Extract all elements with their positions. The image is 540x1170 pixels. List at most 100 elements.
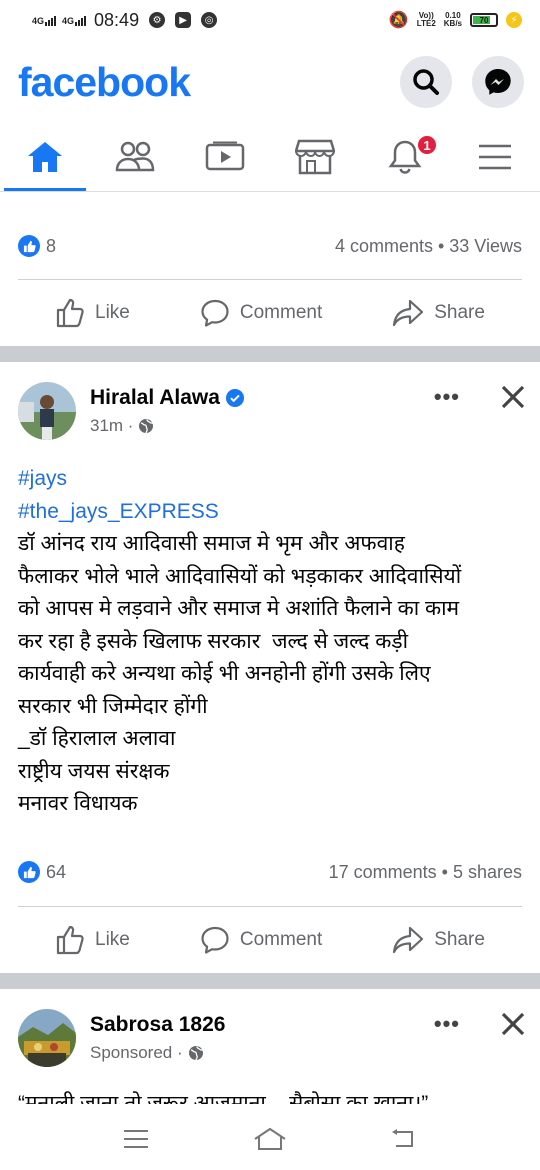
signal-bars-icon	[45, 15, 57, 26]
share-icon	[393, 926, 424, 954]
tab-notifications[interactable]: 1	[360, 122, 450, 191]
comment-button[interactable]: Comment	[200, 298, 322, 328]
author-name-text: Sabrosa 1826	[90, 1013, 226, 1036]
tab-marketplace[interactable]	[270, 122, 360, 191]
globe-icon	[139, 419, 154, 434]
share-label: Share	[434, 302, 485, 323]
post-header-buttons: •••	[434, 1011, 526, 1037]
mute-icon: 🔕	[388, 12, 409, 29]
divider	[18, 906, 522, 907]
facebook-logo[interactable]: facebook	[18, 59, 191, 106]
comment-icon	[201, 926, 229, 954]
like-count[interactable]: 64	[46, 862, 66, 883]
friends-icon	[115, 141, 155, 171]
more-options-icon[interactable]: •••	[434, 384, 460, 410]
like-label: Like	[95, 302, 130, 323]
comment-label: Comment	[239, 929, 323, 950]
main-navigation: 1	[0, 122, 540, 192]
comment-icon	[201, 299, 229, 327]
post-stats: 64 17 comments • 5 shares	[18, 852, 522, 892]
network-type-1: 4G	[32, 15, 45, 26]
marketplace-icon	[295, 139, 335, 174]
like-reaction-icon	[18, 861, 40, 883]
clock: 08:49	[94, 9, 140, 30]
post-header-buttons: •••	[434, 384, 526, 410]
volte-indicator: Vo)) LTE2	[416, 11, 436, 28]
post-header: Sabrosa 1826 Sponsored · •••	[18, 1007, 526, 1069]
post-text-line: कर रहा है इसके खिलाफ सरकार जल्द से जल्द …	[18, 629, 409, 653]
messenger-button[interactable]	[472, 56, 524, 108]
header-buttons	[400, 56, 524, 108]
comment-label: Comment	[239, 302, 323, 323]
author-name[interactable]: Sabrosa 1826	[90, 1013, 225, 1037]
author-name[interactable]: Hiralal Alawa	[90, 386, 244, 410]
tab-home[interactable]	[0, 122, 90, 191]
post-time: 31m ·	[90, 416, 244, 436]
avatar[interactable]	[18, 382, 76, 440]
tab-watch[interactable]	[180, 122, 270, 191]
feed-separator	[0, 346, 540, 362]
feed-separator	[0, 973, 540, 989]
post-text-line: को आपस मे लड़वाने और समाज मे अशांति फैला…	[18, 597, 460, 620]
notification-badge: 1	[416, 134, 438, 156]
recent-apps-icon[interactable]	[122, 1128, 150, 1150]
comments-views-count[interactable]: 4 comments • 33 Views	[335, 236, 522, 257]
divider	[18, 279, 522, 280]
sponsored-text[interactable]: Sponsored ·	[90, 1043, 183, 1063]
chrome-notification-icon: ◎	[201, 12, 218, 28]
status-bar-left: 4G 4G 08:49 ⚙ ▶ ◎	[32, 9, 218, 31]
like-label: Like	[95, 929, 130, 950]
close-icon[interactable]	[500, 384, 526, 410]
verified-badge-icon	[225, 389, 244, 407]
post-text-partial: “मनाली जाना तो जरूर आजमाना... सैबोसा का …	[18, 1092, 429, 1104]
like-button[interactable]: Like	[55, 298, 130, 328]
like-count[interactable]: 8	[46, 236, 56, 257]
tab-menu[interactable]	[450, 122, 540, 191]
system-navigation-bar	[0, 1108, 540, 1170]
like-button[interactable]: Like	[55, 925, 130, 955]
author-name-text: Hiralal Alawa	[90, 386, 220, 409]
comment-button[interactable]: Comment	[200, 925, 322, 955]
post-actions: Like Comment Share	[0, 282, 540, 344]
menu-icon	[479, 144, 511, 169]
share-icon	[393, 299, 424, 327]
settings-notification-icon: ⚙	[149, 12, 166, 28]
post-stats: 8 4 comments • 33 Views	[18, 226, 522, 266]
signal-2: 4G	[62, 15, 87, 26]
status-bar-right: 🔕 Vo)) LTE2 0.10 KB/s 70 ⚡	[389, 10, 522, 30]
tab-friends[interactable]	[90, 122, 180, 191]
avatar[interactable]	[18, 1009, 76, 1067]
back-icon[interactable]	[390, 1128, 418, 1150]
charging-icon: ⚡	[506, 12, 522, 28]
post-meta: Sabrosa 1826 Sponsored ·	[90, 1013, 225, 1063]
post-time-text[interactable]: 31m ·	[90, 416, 133, 436]
hashtag-link[interactable]: #jays	[18, 463, 522, 496]
search-icon	[413, 69, 439, 95]
post-text: #jays #the_jays_EXPRESS डॉ आंनद राय आदिव…	[18, 463, 522, 821]
share-button[interactable]: Share	[392, 925, 485, 955]
post-text-line: डॉ आंनद राय आदिवासी समाज मे भृम और अफवाह	[18, 532, 405, 555]
close-icon[interactable]	[500, 1011, 526, 1037]
status-bar: 4G 4G 08:49 ⚙ ▶ ◎ 🔕 Vo)) LTE2 0.10 KB/s 70…	[0, 0, 540, 40]
like-reaction-icon	[18, 235, 40, 257]
search-button[interactable]	[400, 56, 452, 108]
home-nav-icon[interactable]	[253, 1127, 287, 1151]
hashtag-link[interactable]: #the_jays_EXPRESS	[18, 496, 522, 529]
share-label: Share	[434, 929, 485, 950]
battery-icon: 70	[470, 13, 498, 27]
comments-shares-count[interactable]: 17 comments • 5 shares	[329, 862, 522, 883]
network-speed: 0.10 KB/s	[443, 11, 462, 28]
post-header: Hiralal Alawa 31m · •••	[18, 380, 526, 442]
post-text-line: फैलाकर भोले भाले आदिवासियों को भड़काकर आ…	[18, 564, 462, 588]
signal-bars-icon	[75, 15, 87, 26]
post-text-line: राष्ट्रीय जयस संरक्षक	[18, 759, 170, 783]
post-text-line: _डॉ हिरालाल अलावा	[18, 727, 176, 750]
thumbs-up-icon	[56, 298, 84, 328]
post-text-line: कार्यवाही करे अन्यथा कोई भी अनहोनी होंगी…	[18, 662, 431, 685]
network-type-2: 4G	[62, 15, 75, 26]
post-text-line: सरकार भी जिम्मेदार होंगी	[18, 694, 208, 718]
share-button[interactable]: Share	[392, 298, 485, 328]
more-options-icon[interactable]: •••	[434, 1011, 460, 1037]
app-header: facebook	[0, 44, 540, 120]
watch-icon	[205, 141, 245, 170]
